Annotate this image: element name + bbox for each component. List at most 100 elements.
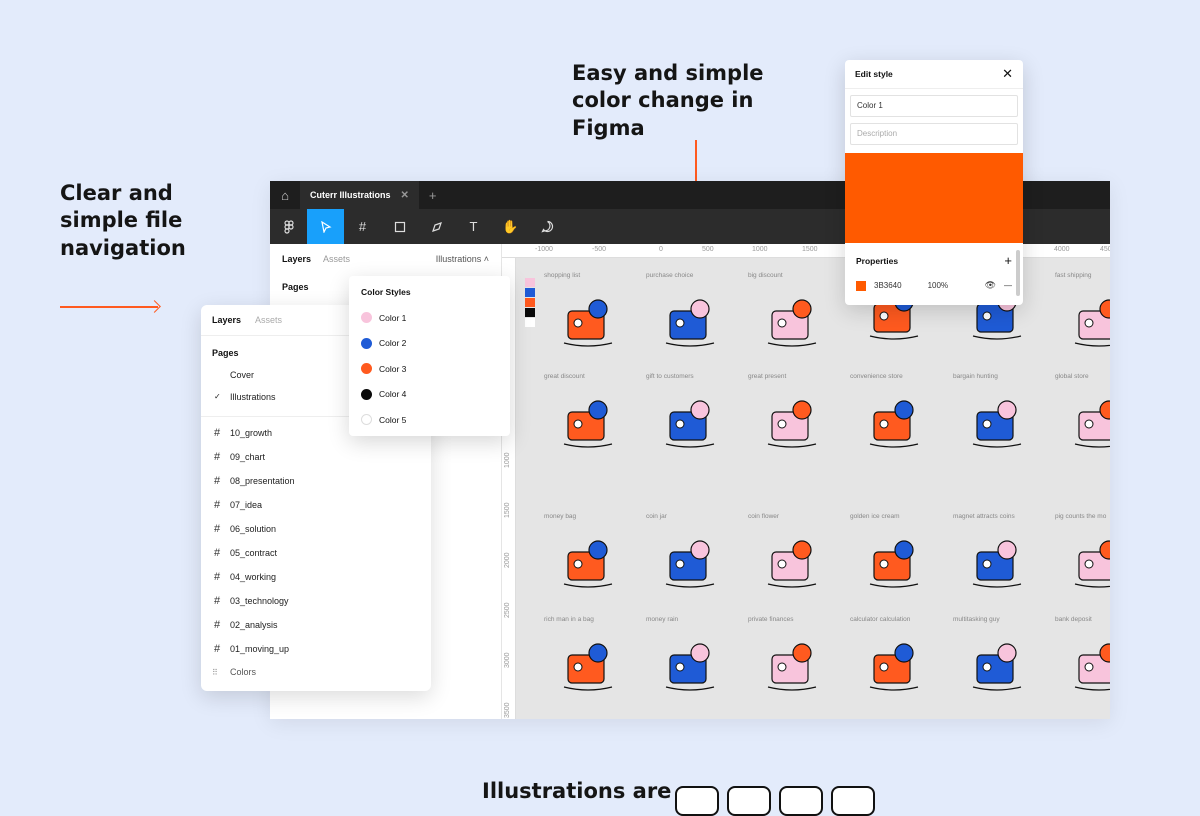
illustration-frame[interactable]: purchase choice — [646, 272, 746, 358]
illustration-icon — [563, 299, 613, 347]
illustration-icon — [869, 400, 919, 448]
style-list: Color 1 Color 2 Color 3 Color 4 Color 5 — [349, 305, 510, 433]
color-dot-icon — [361, 388, 372, 400]
layer-item-frame[interactable]: #03_technology — [201, 589, 431, 613]
frame-list: #10_growth #09_chart #08_presentation #07_i… — [201, 421, 431, 661]
color-style-item[interactable]: Color 4 — [349, 382, 510, 408]
illustration-frame[interactable]: calculator calculation — [850, 616, 950, 702]
color-style-label: Color 1 — [379, 312, 407, 323]
color-style-label: Color 2 — [379, 338, 407, 349]
tab-layers-panel[interactable]: Layers — [212, 315, 241, 325]
illustration-label: shopping list — [544, 272, 581, 279]
illustration-icon — [1074, 400, 1110, 448]
comment-tool-icon[interactable] — [529, 209, 566, 244]
illustration-label: multitasking guy — [953, 616, 1000, 623]
page-selector[interactable]: Illustrations ˄ — [436, 254, 489, 264]
file-tab[interactable]: Cuterr Illustrations ✕ — [300, 181, 419, 209]
layer-item-frame[interactable]: #02_analysis — [201, 613, 431, 637]
illustration-label: purchase choice — [646, 272, 694, 279]
fill-swatch[interactable] — [856, 280, 866, 291]
fill-opacity[interactable]: 100% — [928, 281, 948, 290]
ruler-tick: 1000 — [752, 246, 768, 253]
layer-label: 02_analysis — [230, 620, 278, 630]
illustration-frame[interactable]: rich man in a bag — [544, 616, 644, 702]
illustration-frame[interactable]: private finances — [748, 616, 848, 702]
illustration-frame[interactable]: shopping list — [544, 272, 644, 358]
illustration-frame[interactable]: big discount — [748, 272, 848, 358]
color-preview[interactable] — [845, 153, 1023, 243]
remove-fill-icon[interactable]: — — [1004, 281, 1012, 290]
frame-icon: # — [213, 451, 221, 463]
layer-item-frame[interactable]: #07_idea — [201, 493, 431, 517]
layer-item-frame[interactable]: #01_moving_up — [201, 637, 431, 661]
ruler-tick: 1500 — [802, 246, 818, 253]
eye-icon[interactable]: 👁 — [985, 280, 996, 291]
illustration-frame[interactable]: great discount — [544, 373, 644, 459]
illustration-frame[interactable]: coin flower — [748, 513, 848, 599]
illustration-label: calculator calculation — [850, 616, 911, 623]
layer-item-colors[interactable]: ⠿ Colors — [201, 661, 431, 683]
new-tab-icon[interactable]: + — [429, 188, 437, 203]
illustration-frame[interactable]: money rain — [646, 616, 746, 702]
hand-tool-icon[interactable]: ✋ — [492, 209, 529, 244]
illustration-label: golden ice cream — [850, 513, 900, 520]
illustration-frame[interactable]: magnet attracts coins — [953, 513, 1053, 599]
illustration-frame[interactable]: pig counts the mo — [1055, 513, 1110, 599]
color-style-item[interactable]: Color 2 — [349, 331, 510, 357]
ruler-tick: 3000 — [504, 652, 511, 668]
illustration-icon — [767, 299, 817, 347]
illustration-frame[interactable]: multitasking guy — [953, 616, 1053, 702]
scrollbar[interactable] — [1016, 250, 1020, 296]
figma-menu-icon[interactable] — [270, 209, 307, 244]
fill-hex[interactable]: 3B3640 — [874, 281, 902, 290]
illustration-icon — [563, 643, 613, 691]
illustration-icon — [665, 540, 715, 588]
color-style-item[interactable]: Color 1 — [349, 305, 510, 331]
illustration-frame[interactable]: global store — [1055, 373, 1110, 459]
canvas[interactable]: shopping list purchase choice big discount… — [516, 258, 1110, 719]
color-style-item[interactable]: Color 5 — [349, 407, 510, 433]
layer-item-frame[interactable]: #04_working — [201, 565, 431, 589]
illustration-icon — [972, 643, 1022, 691]
layer-item-frame[interactable]: #09_chart — [201, 445, 431, 469]
tab-layers[interactable]: Layers — [282, 254, 311, 264]
illustration-frame[interactable]: convenience store — [850, 373, 950, 459]
home-icon[interactable]: ⌂ — [270, 181, 300, 209]
layer-label: Colors — [230, 667, 257, 677]
illustration-label: money rain — [646, 616, 679, 623]
illustration-frame[interactable]: golden ice cream — [850, 513, 950, 599]
illustration-icon — [563, 400, 613, 448]
layer-item-frame[interactable]: #06_solution — [201, 517, 431, 541]
illustration-label: fast shipping — [1055, 272, 1092, 279]
ruler-tick: 0 — [659, 246, 663, 253]
color-style-item[interactable]: Color 3 — [349, 356, 510, 382]
text-tool-icon[interactable]: T — [455, 209, 492, 244]
tab-assets[interactable]: Assets — [323, 254, 350, 264]
illustration-frame[interactable]: bank deposit — [1055, 616, 1110, 702]
close-tab-icon[interactable]: ✕ — [401, 190, 409, 201]
move-tool-icon[interactable] — [307, 209, 344, 244]
style-name-field[interactable]: Color 1 — [850, 95, 1018, 117]
frame-tool-icon[interactable]: # — [344, 209, 381, 244]
pen-tool-icon[interactable] — [418, 209, 455, 244]
png-format-icon — [779, 786, 823, 816]
description-field[interactable]: Description — [850, 123, 1018, 145]
close-icon[interactable]: ✕ — [1002, 66, 1013, 82]
illustration-label: rich man in a bag — [544, 616, 594, 623]
tab-assets-panel[interactable]: Assets — [255, 315, 282, 325]
illustration-frame[interactable]: gift to customers — [646, 373, 746, 459]
ruler-tick: -1000 — [535, 246, 553, 253]
shape-tool-icon[interactable] — [381, 209, 418, 244]
illustration-frame[interactable]: fast shipping — [1055, 272, 1110, 358]
page-selector-label: Illustrations — [435, 254, 482, 264]
illustration-frame[interactable]: great present — [748, 373, 848, 459]
figma-format-icon — [675, 786, 719, 816]
add-property-icon[interactable]: + — [1004, 253, 1012, 268]
dotted-frame-icon: ⠿ — [212, 667, 219, 677]
layer-item-frame[interactable]: #05_contract — [201, 541, 431, 565]
illustration-frame[interactable]: money bag — [544, 513, 644, 599]
layer-item-frame[interactable]: #08_presentation — [201, 469, 431, 493]
illustration-frame[interactable]: coin jar — [646, 513, 746, 599]
illustration-frame[interactable]: bargain hunting — [953, 373, 1053, 459]
layer-label: 07_idea — [230, 500, 263, 510]
